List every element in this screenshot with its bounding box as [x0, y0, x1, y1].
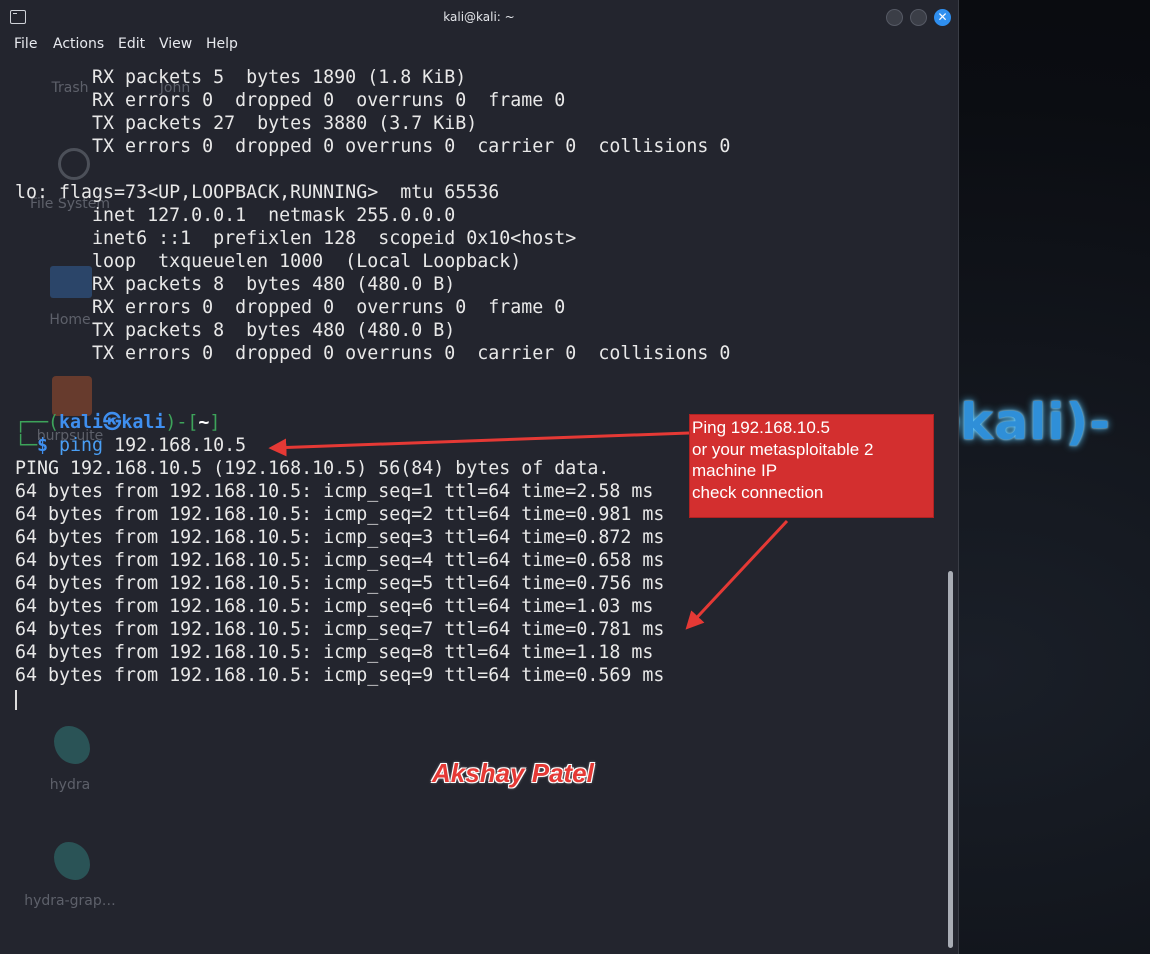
prompt-close: ]: [209, 412, 221, 433]
author-watermark: Akshay Patel: [432, 758, 594, 788]
menu-actions[interactable]: Actions: [53, 36, 104, 52]
shell-prompt-line2: └─$ ping 192.168.10.5: [15, 434, 246, 457]
close-button[interactable]: ✕: [934, 9, 951, 26]
ping-output-line: 64 bytes from 192.168.10.5: icmp_seq=2 t…: [15, 504, 665, 525]
terminal-line: RX packets 8 bytes 480 (480.0 B): [15, 274, 456, 295]
prompt-second: └─: [15, 435, 38, 456]
ping-output-line: 64 bytes from 192.168.10.5: icmp_seq=8 t…: [15, 642, 654, 663]
ping-output-line: 64 bytes from 192.168.10.5: icmp_seq=6 t…: [15, 596, 654, 617]
maximize-button[interactable]: [910, 9, 927, 26]
shell-prompt-line1: ┌──(kali㉿kali)-[~]: [15, 411, 220, 434]
burpsuite-icon: [52, 376, 92, 416]
terminal-line: RX errors 0 dropped 0 overruns 0 frame 0: [15, 297, 566, 318]
minimize-button[interactable]: [886, 9, 903, 26]
prompt-user-host: kali㉿kali: [59, 412, 166, 433]
prompt-dollar: $: [37, 435, 60, 456]
text-cursor: [15, 690, 17, 710]
ping-output-line: 64 bytes from 192.168.10.5: icmp_seq=1 t…: [15, 481, 654, 502]
ping-output-line: 64 bytes from 192.168.10.5: icmp_seq=5 t…: [15, 573, 665, 594]
desktop-icon-hydra-graphical: hydra-grap…: [24, 893, 116, 909]
terminal-line: inet 127.0.0.1 netmask 255.0.0.0: [15, 205, 456, 226]
window-title: kali@kali: ~: [443, 10, 515, 24]
command-name: ping: [59, 435, 104, 456]
ping-output-line: 64 bytes from 192.168.10.5: icmp_seq=7 t…: [15, 619, 665, 640]
ping-output-line: 64 bytes from 192.168.10.5: icmp_seq=4 t…: [15, 550, 665, 571]
title-bar[interactable]: kali@kali: ~ ✕: [0, 0, 958, 34]
command-args: 192.168.10.5: [103, 435, 247, 456]
annotation-line: check connection: [692, 482, 824, 502]
ping-output-line: PING 192.168.10.5 (192.168.10.5) 56(84) …: [15, 458, 610, 479]
annotation-line: machine IP: [692, 461, 778, 480]
terminal-line: TX packets 27 bytes 3880 (3.7 KiB): [15, 113, 478, 134]
prompt-mid: )-[: [165, 412, 199, 433]
ping-output-line: 64 bytes from 192.168.10.5: icmp_seq=9 t…: [15, 665, 665, 686]
menu-help[interactable]: Help: [206, 36, 238, 52]
hydra-icon: [54, 726, 90, 764]
menu-view[interactable]: View: [159, 36, 192, 52]
menu-bar: File Actions Edit View Help: [0, 34, 958, 56]
terminal-line: TX errors 0 dropped 0 overruns 0 carrier…: [15, 136, 731, 157]
terminal-line: lo: flags=73<UP,LOOPBACK,RUNNING> mtu 65…: [15, 182, 500, 203]
ping-output-line: 64 bytes from 192.168.10.5: icmp_seq=3 t…: [15, 527, 665, 548]
menu-edit[interactable]: Edit: [118, 36, 145, 52]
terminal-line: TX errors 0 dropped 0 overruns 0 carrier…: [15, 343, 731, 364]
terminal-line: RX packets 5 bytes 1890 (1.8 KiB): [15, 67, 467, 88]
terminal-line: TX packets 8 bytes 480 (480.0 B): [15, 320, 456, 341]
prompt-dir: ~: [198, 412, 210, 433]
terminal-line: RX errors 0 dropped 0 overruns 0 frame 0: [15, 90, 566, 111]
desktop-icon-hydra: hydra: [49, 777, 91, 793]
hydra-graphical-icon: [54, 842, 90, 880]
annotation-line: Ping 192.168.10.5: [692, 418, 831, 437]
prompt-open: ┌──(: [15, 412, 60, 433]
scrollbar[interactable]: [945, 56, 958, 954]
menu-file[interactable]: File: [14, 36, 37, 52]
scrollbar-thumb[interactable]: [948, 571, 953, 948]
annotation-line: or your metasploitable 2: [692, 439, 874, 459]
terminal-line: inet6 ::1 prefixlen 128 scopeid 0x10<hos…: [15, 228, 577, 249]
terminal-line: loop txqueuelen 1000 (Local Loopback): [15, 251, 522, 272]
annotation-callout: Ping 192.168.10.5 or your metasploitable…: [689, 414, 934, 518]
